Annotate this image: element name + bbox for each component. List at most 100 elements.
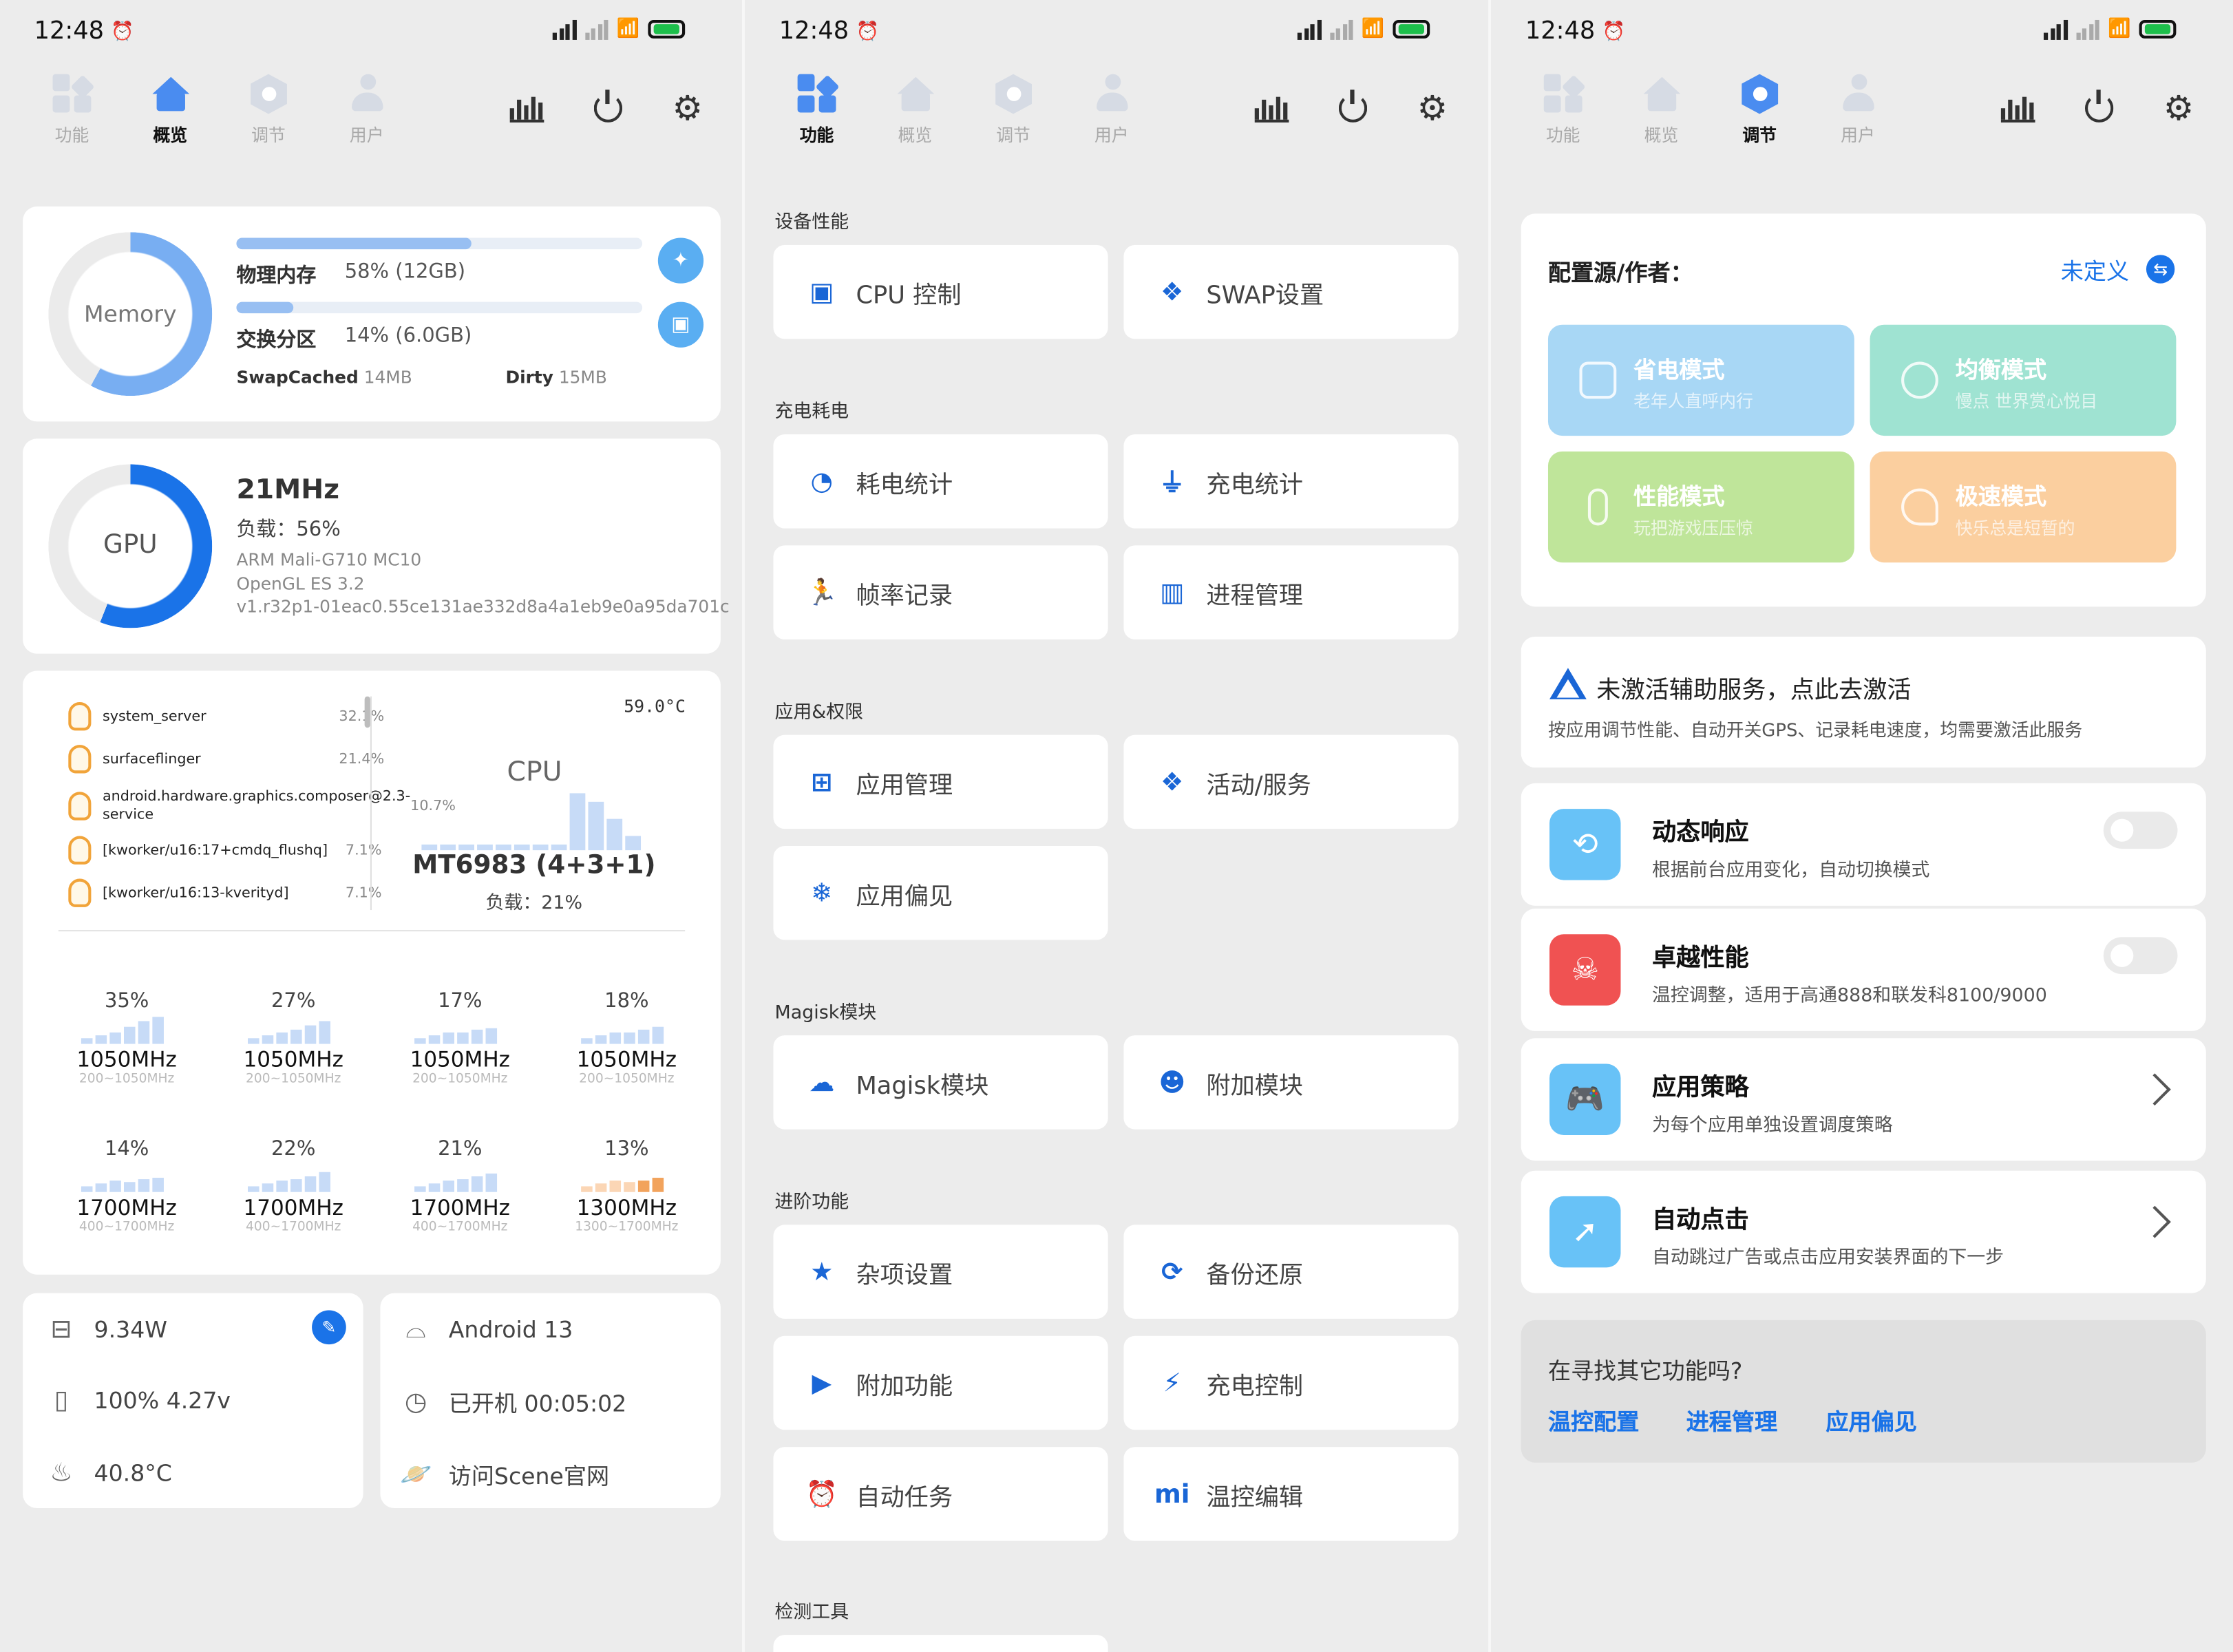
performance-mode-button[interactable]: 性能模式 玩把游戏压压惊 xyxy=(1547,451,1854,563)
gear-icon[interactable]: ⚙ xyxy=(2163,91,2198,125)
tab-user[interactable]: 用户 xyxy=(1062,71,1161,147)
config-source-selector[interactable]: 未定义 ⇆ xyxy=(2061,252,2175,286)
linux-penguin-icon xyxy=(68,878,92,907)
swap-circle-icon: ⇆ xyxy=(2146,255,2175,284)
cpu-core: 22% 1700MHz 400~1700MHz xyxy=(215,1138,372,1235)
power-save-mode-button[interactable]: 省电模式 老年人直呼内行 xyxy=(1547,324,1854,436)
core-frequency: 1300MHz xyxy=(576,1194,677,1221)
core-usage: 13% xyxy=(604,1138,649,1161)
cpu-temp: 59.0°C xyxy=(624,696,686,717)
website-link[interactable]: 🪐 访问Scene官网 xyxy=(400,1457,609,1492)
tab-tune[interactable]: 调节 xyxy=(1711,71,1809,147)
backup-restore-button[interactable]: ⟳ 备份还原 xyxy=(1123,1225,1459,1319)
thermal-edit-button[interactable]: mi 温控编辑 xyxy=(1123,1447,1459,1541)
more-link-thermal[interactable]: 温控配置 xyxy=(1548,1403,1639,1437)
linux-penguin-icon xyxy=(68,745,92,774)
charging-stats-button[interactable]: ⏚ 充电统计 xyxy=(1123,434,1459,529)
tab-tune[interactable]: 调节 xyxy=(964,71,1063,147)
misc-settings-button[interactable]: ★ 杂项设置 xyxy=(773,1225,1108,1319)
power-icon[interactable] xyxy=(1336,89,1371,125)
tab-user[interactable]: 用户 xyxy=(317,71,416,147)
activities-services-button[interactable]: ❖ 活动/服务 xyxy=(1123,734,1459,829)
magisk-module-button[interactable]: ☁ Magisk模块 xyxy=(773,1035,1108,1130)
cloud-download-icon: ☁ xyxy=(809,1067,835,1098)
wifi-icon: 📶 xyxy=(2108,18,2131,40)
android-row: ⌓ Android 13 xyxy=(400,1313,573,1345)
broom-clean-button[interactable]: ✦ xyxy=(657,237,704,284)
cpu-control-button[interactable]: ▣ CPU 控制 xyxy=(773,244,1108,339)
gear-icon[interactable]: ⚙ xyxy=(1417,91,1452,125)
chart-bars-icon[interactable] xyxy=(509,91,544,125)
mi-logo-icon: mi xyxy=(1154,1479,1190,1510)
auto-task-button[interactable]: ⏰ 自动任务 xyxy=(773,1447,1108,1541)
cpu-core: 35% 1050MHz 200~1050MHz xyxy=(48,990,205,1087)
addon-module-button[interactable]: ☻ 附加模块 xyxy=(1123,1035,1459,1130)
balanced-mode-button[interactable]: 均衡模式 慢点 世界赏心悦目 xyxy=(1870,324,2177,436)
power-icon[interactable] xyxy=(2082,89,2117,125)
core-load-bar xyxy=(457,1179,469,1192)
tab-functions[interactable]: 功能 xyxy=(768,71,866,147)
swap-settings-button[interactable]: ❖ SWAP设置 xyxy=(1123,244,1459,339)
feature-subtitle: 根据前台应用变化，自动切换模式 xyxy=(1652,860,1930,882)
core-load-bar xyxy=(262,1035,274,1044)
tab-functions[interactable]: 功能 xyxy=(23,71,121,147)
tab-tune[interactable]: 调节 xyxy=(220,71,318,147)
core-load-bar xyxy=(624,1182,635,1192)
tab-functions[interactable]: 功能 xyxy=(1514,71,1612,147)
tab-user[interactable]: 用户 xyxy=(1809,71,1907,147)
tab-overview[interactable]: 概览 xyxy=(121,71,220,147)
detection-tool-button[interactable] xyxy=(773,1635,1108,1652)
core-load-bar xyxy=(138,1021,150,1044)
section-charging: 充电耗电 xyxy=(774,401,849,423)
more-link-process[interactable]: 进程管理 xyxy=(1686,1403,1777,1437)
process-manager-button[interactable]: ▥ 进程管理 xyxy=(1123,545,1459,639)
fps-record-button[interactable]: 🏃 帧率记录 xyxy=(773,545,1108,639)
core-load-bars xyxy=(581,1161,672,1195)
gpu-ring-label: GPU xyxy=(103,529,158,560)
app-strategy-row[interactable]: 🎮 应用策略 为每个应用单独设置调度策略 xyxy=(1521,1038,2206,1161)
alarm-clock-icon: ⏰ xyxy=(805,1479,838,1510)
chart-bars-icon[interactable] xyxy=(2000,91,2035,125)
more-link-bias[interactable]: 应用偏见 xyxy=(1825,1403,1916,1437)
sd-card-button[interactable]: ▣ xyxy=(657,301,704,348)
speed-mode-button[interactable]: 极速模式 快乐总是短暂的 xyxy=(1870,451,2177,563)
user-icon xyxy=(350,74,384,114)
chart-bars-icon[interactable] xyxy=(1254,91,1289,125)
tab-overview[interactable]: 概览 xyxy=(1612,71,1711,147)
app-bias-button[interactable]: ❄ 应用偏见 xyxy=(773,845,1108,940)
app-manager-button[interactable]: ⊞ 应用管理 xyxy=(773,734,1108,829)
core-frequency: 1700MHz xyxy=(410,1194,510,1221)
home-icon xyxy=(896,76,934,112)
power-usage-stats-button[interactable]: ◔ 耗电统计 xyxy=(773,434,1108,529)
cpu-core: 13% 1300MHz 1300~1700MHz xyxy=(549,1138,706,1235)
dynamic-response-toggle[interactable] xyxy=(2103,812,2178,849)
core-load-bar xyxy=(290,1029,302,1044)
process-scrollbar[interactable] xyxy=(364,696,370,728)
power-icon[interactable] xyxy=(591,89,626,125)
gear-icon[interactable]: ⚙ xyxy=(673,91,707,125)
core-load-bar xyxy=(652,1178,664,1192)
alarm-icon: ⏰ xyxy=(856,20,879,43)
tab-overview[interactable]: 概览 xyxy=(866,71,964,147)
overview-panel: 12:48 ⏰ 📶 功能 概览 调节 用户 ⚙ Memory 物理内存 58% (… xyxy=(0,0,742,1652)
extra-functions-button[interactable]: ▶ 附加功能 xyxy=(773,1335,1108,1430)
battery-temp-row: ♨ 40.8°C xyxy=(45,1457,172,1489)
hexagon-icon xyxy=(250,74,287,114)
cpu-load-bar xyxy=(477,844,493,851)
auto-click-row[interactable]: ➚ 自动点击 自动跳过广告或点击应用安装界面的下一步 xyxy=(1521,1170,2206,1293)
process-cpu: 21.4% xyxy=(339,751,385,767)
core-load-bar xyxy=(276,1032,288,1044)
cpu-load: 负载：21% xyxy=(485,893,583,915)
home-icon xyxy=(151,76,189,112)
edit-button[interactable]: ✎ xyxy=(312,1310,346,1345)
extreme-performance-toggle[interactable] xyxy=(2103,937,2178,975)
swap-value: 14% (6.0GB) xyxy=(344,324,472,348)
accessibility-warning-card[interactable]: 未激活辅助服务，点此去激活 按应用调节性能、自动开关GPS、记录耗电速度，均需要… xyxy=(1521,636,2206,768)
swapcached-label: SwapCached xyxy=(236,367,359,388)
core-load-bar xyxy=(457,1032,469,1044)
mask-icon: ☻ xyxy=(1158,1067,1186,1098)
functions-panel: 12:48 ⏰ 📶 功能 概览 调节 用户 ⚙ 设备性能 ▣ CPU 控制 ❖ SWA… xyxy=(745,0,1489,1652)
charge-control-button[interactable]: ⚡ 充电控制 xyxy=(1123,1335,1459,1430)
sd-card-icon: ▣ xyxy=(671,313,690,337)
signal2-icon xyxy=(2075,19,2099,39)
